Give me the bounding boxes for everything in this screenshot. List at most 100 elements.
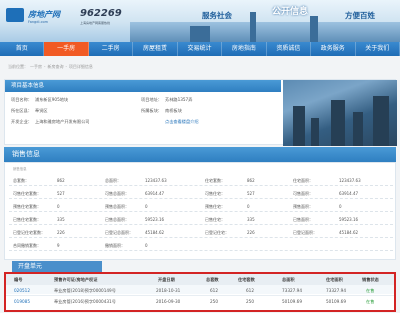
building-shape <box>293 106 305 146</box>
project-address: 芳林路1357弄 <box>165 97 193 102</box>
sales-value: 0 <box>57 204 60 209</box>
breadcrumb-link[interactable]: 新房查询 <box>47 64 63 70</box>
sales-value: 45184.62 <box>145 230 165 235</box>
slogan-1: 服务社会 <box>202 11 232 20</box>
unit-total-area: 50109.69 <box>282 298 302 304</box>
col-open-date: 开盘日期 <box>158 276 175 282</box>
sale-units-table: 编号 预售许可证/房地产权证 开盘日期 总套数 住宅套数 总面积 住宅面积 销售… <box>4 272 396 312</box>
unit-permit: 奉业房管(2018)预字0000149号 <box>54 287 116 293</box>
hotline-caption: 上海房地产网客服热线 <box>80 21 111 25</box>
sales-label: 住宅面积： <box>293 178 313 183</box>
project-intro-link[interactable]: 点击查看楼盘介绍 <box>165 119 199 125</box>
sales-label: 已售住宅套数： <box>13 217 41 222</box>
breadcrumb-prefix: 当前位置： <box>8 64 28 69</box>
area-value: 南桥板块 <box>165 108 182 113</box>
breadcrumb-sep: - <box>44 64 46 69</box>
building-shape <box>311 118 319 146</box>
nav-home[interactable]: 首页 <box>0 42 45 56</box>
sales-label: 可售面积： <box>293 191 313 196</box>
sales-value: 59523.16 <box>339 217 359 222</box>
breadcrumb: 当前位置： 一手房 - 新房查询 - 项目详细信息 <box>8 64 93 70</box>
skyline-banner <box>130 12 400 42</box>
nav-rental[interactable]: 房屋租赁 <box>133 42 178 56</box>
main-nav: 首页 一手房 二手房 房屋租赁 交易统计 房地指南 资质诚信 政务服务 关于我们 <box>0 42 400 56</box>
sales-label: 住宅套数： <box>205 178 225 183</box>
site-logo-icon[interactable] <box>6 8 24 22</box>
sales-value: 226 <box>57 230 65 235</box>
developer-value: 上海和雅房地产开发有限公司 <box>35 119 90 124</box>
units-row[interactable]: 019085 奉业房管(2016)预字0000431号 2016-09-30 2… <box>6 295 394 305</box>
sales-label: 总面积： <box>105 178 121 183</box>
sales-value: 0 <box>247 204 250 209</box>
unit-permit: 奉业房管(2016)预字0000431号 <box>54 298 116 304</box>
units-header-row: 编号 预售许可证/房地产权证 开盘日期 总套数 住宅套数 总面积 住宅面积 销售… <box>6 274 394 284</box>
units-row[interactable]: 020512 奉业房管(2018)预字0000149号 2018-10-31 6… <box>6 284 394 294</box>
nav-second-hand[interactable]: 二手房 <box>89 42 134 56</box>
nav-about[interactable]: 关于我们 <box>356 42 400 56</box>
unit-id-link[interactable]: 019085 <box>14 299 30 304</box>
sales-value: 0 <box>339 204 342 209</box>
sales-value: 0 <box>145 204 148 209</box>
nav-credit[interactable]: 资质诚信 <box>267 42 312 56</box>
sales-row: 预售住宅套数： 0 预售总面积： 0 预售住宅： 0 预售面积： 0 <box>9 201 393 212</box>
sales-value: 45184.62 <box>339 230 359 235</box>
project-address-label: 项目地址： <box>141 97 162 102</box>
nav-guide[interactable]: 房地指南 <box>222 42 267 56</box>
unit-id-link[interactable]: 020512 <box>14 288 30 293</box>
sales-row: 总套数： 862 总面积： 123437.63 住宅套数： 862 住宅面积： 123437.… <box>9 175 393 186</box>
hotline-number: 962269 <box>80 8 122 19</box>
tower-shape <box>250 12 256 42</box>
tower-shape <box>310 16 318 42</box>
sales-value: 527 <box>57 191 65 196</box>
brand-name[interactable]: 房地产网 <box>28 9 60 20</box>
sales-label: 可售住宅套数： <box>13 191 41 196</box>
unit-residential: 250 <box>246 298 254 304</box>
breadcrumb-current: 项目详细信息 <box>68 64 93 69</box>
sales-value: 335 <box>57 217 65 222</box>
unit-open-date: 2018-10-31 <box>156 287 181 293</box>
area-label: 所属板块： <box>141 108 162 113</box>
sales-label: 总套数： <box>13 178 29 183</box>
sales-value: 862 <box>247 178 255 183</box>
sales-label: 已登记面积： <box>293 230 317 235</box>
district-label: 所在区县： <box>11 108 32 113</box>
sales-value: 527 <box>247 191 255 196</box>
building-shape <box>373 96 389 146</box>
breadcrumb-sep: - <box>65 64 67 69</box>
col-residential-units: 住宅套数 <box>238 276 255 282</box>
building-shape <box>331 100 345 146</box>
unit-residential-area: 73327.94 <box>326 287 346 293</box>
sales-value: 59523.16 <box>145 217 165 222</box>
col-id: 编号 <box>14 276 23 282</box>
sales-value: 63914.47 <box>145 191 165 196</box>
unit-residential-area: 50109.69 <box>326 298 346 304</box>
sales-label: 预售住宅套数： <box>13 204 41 209</box>
project-info-panel: 项目基本信息 项目名称： 浦东新区905地块 项目地址： 芳林路1357弄 所在… <box>4 79 397 146</box>
sales-label: 已售住宅： <box>205 217 225 222</box>
sales-label: 已登记住宅： <box>205 230 229 235</box>
project-info-heading: 项目基本信息 <box>5 80 281 92</box>
sales-value: 123437.63 <box>145 178 167 183</box>
unit-status: 在售 <box>366 298 375 304</box>
slogan-2: 公开信息 <box>272 7 309 17</box>
col-status: 销售状态 <box>362 276 379 282</box>
developer-label: 开发企业： <box>11 119 32 124</box>
sales-subtitle: 销售信息 <box>13 167 27 171</box>
project-photo <box>283 80 397 146</box>
sales-label: 可售总面积： <box>105 191 129 196</box>
sales-value: 335 <box>247 217 255 222</box>
sales-label: 已登记总面积： <box>105 230 133 235</box>
nav-government[interactable]: 政务服务 <box>311 42 356 56</box>
unit-open-date: 2016-09-30 <box>156 298 181 304</box>
nav-new-homes[interactable]: 一手房 <box>44 42 89 56</box>
building-shape <box>353 112 363 146</box>
breadcrumb-link[interactable]: 一手房 <box>30 64 42 70</box>
sales-value: 862 <box>57 178 65 183</box>
sales-label: 撤销面积： <box>105 243 125 248</box>
district-value: 奉贤区 <box>35 108 48 113</box>
slogan-3: 方便百姓 <box>345 11 375 20</box>
nav-statistics[interactable]: 交易统计 <box>178 42 223 56</box>
sales-row: 合同撤销套数： 9 撤销面积： 0 <box>9 240 393 251</box>
col-residential-area: 住宅面积 <box>326 276 343 282</box>
sales-row: 已售住宅套数： 335 已售总面积： 59523.16 已售住宅： 335 已售面积： 595… <box>9 214 393 225</box>
